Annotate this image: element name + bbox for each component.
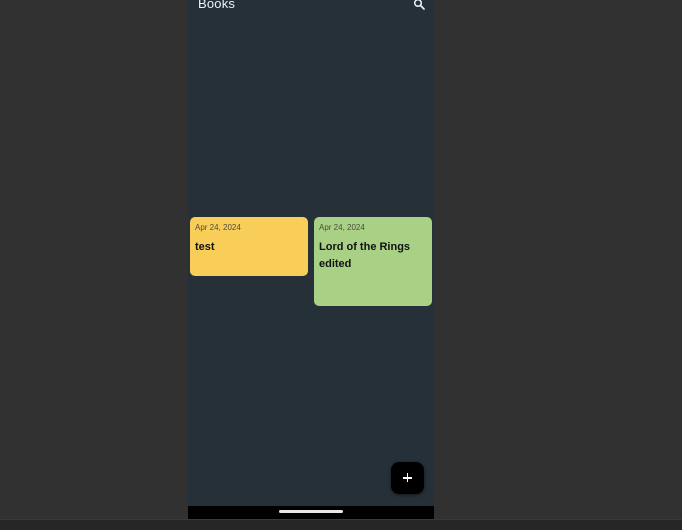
app-bar: Books [188,0,434,14]
card-date: Apr 24, 2024 [195,223,241,232]
card-title: test [195,241,215,253]
book-card[interactable]: Apr 24, 2024 Lord of the Rings edited [314,217,432,306]
add-book-button[interactable] [391,462,424,494]
book-card[interactable]: Apr 24, 2024 test [190,217,308,276]
card-date: Apr 24, 2024 [319,223,365,232]
search-icon[interactable] [413,0,426,11]
bottom-strip [0,519,682,530]
card-title: Lord of the Rings edited [319,241,411,270]
gesture-handle[interactable] [279,510,343,513]
system-nav-bar [188,506,434,519]
page-title: Books [198,0,236,11]
phone-screen: Books Apr 24, 2024 test Apr 24, 2024 Lor… [188,0,434,519]
